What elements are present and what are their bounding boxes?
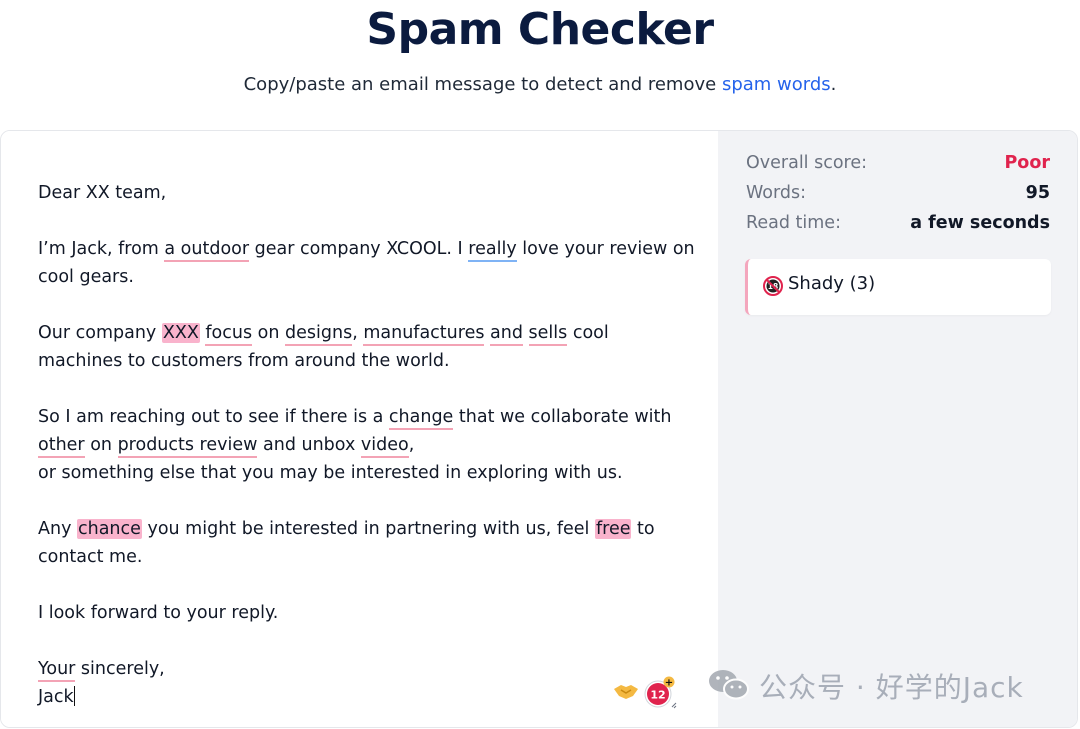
overall-score-row: Overall score: Poor bbox=[746, 153, 1050, 179]
spam-words-link[interactable]: spam words bbox=[722, 74, 831, 95]
wechat-icon bbox=[709, 670, 749, 700]
words-label: Words: bbox=[746, 183, 806, 203]
spam-word[interactable]: focus bbox=[205, 323, 253, 346]
spam-word[interactable]: video bbox=[360, 435, 409, 458]
category-label: Shady (3) bbox=[788, 273, 876, 294]
18-restricted-icon: 18 bbox=[763, 276, 783, 296]
handshake-icon[interactable] bbox=[613, 681, 639, 701]
watermark: 公众号 · 好学的Jack bbox=[707, 664, 1057, 708]
category-shady[interactable]: 18 Shady (3) bbox=[745, 259, 1051, 315]
page-header: Spam Checker Copy/paste an email message… bbox=[0, 0, 1080, 130]
svg-text:+: + bbox=[665, 678, 673, 689]
read-time-label: Read time: bbox=[746, 213, 841, 233]
results-sidebar: Overall score: Poor Words: 95 Read time:… bbox=[718, 131, 1077, 727]
spam-highlight[interactable]: XXX bbox=[161, 323, 200, 343]
email-paragraph-1: I’m Jack, from a outdoor gear company XC… bbox=[38, 239, 695, 287]
email-signature: Jack bbox=[38, 686, 75, 707]
subtitle-period: . bbox=[830, 74, 837, 95]
read-time-row: Read time: a few seconds bbox=[746, 213, 1050, 239]
spam-word[interactable]: products review bbox=[117, 435, 258, 458]
flagged-word[interactable]: really bbox=[468, 239, 517, 262]
text-cursor bbox=[73, 686, 75, 706]
spam-word[interactable]: and bbox=[490, 323, 523, 346]
spam-word[interactable]: designs bbox=[285, 323, 353, 346]
checker-card: Dear XX team, I’m Jack, from a outdoor g… bbox=[0, 130, 1078, 728]
watermark-text: 公众号 · 好学的Jack bbox=[759, 671, 1024, 704]
score-badge-icon[interactable]: 12 + bbox=[641, 675, 677, 711]
spam-word[interactable]: sells bbox=[528, 323, 568, 346]
spam-word[interactable]: Your bbox=[38, 659, 76, 682]
words-row: Words: 95 bbox=[746, 183, 1050, 209]
email-paragraph-5: I look forward to your reply. bbox=[38, 603, 279, 623]
subtitle-text: Copy/paste an email message to detect an… bbox=[243, 74, 717, 95]
email-editor[interactable]: Dear XX team, I’m Jack, from a outdoor g… bbox=[1, 131, 718, 727]
email-text[interactable]: Dear XX team, I’m Jack, from a outdoor g… bbox=[38, 179, 698, 711]
page-title: Spam Checker bbox=[366, 4, 714, 55]
spam-word[interactable]: change bbox=[388, 407, 454, 430]
overall-score-label: Overall score: bbox=[746, 153, 868, 173]
email-greeting: Dear XX team, bbox=[38, 183, 167, 203]
email-paragraph-3: So I am reaching out to see if there is … bbox=[38, 407, 672, 483]
extension-icons: 12 + bbox=[613, 671, 683, 709]
email-paragraph-2: Our company XXX focus on designs, manufa… bbox=[38, 323, 609, 371]
page-subtitle: Copy/paste an email message to detect an… bbox=[0, 74, 1080, 95]
spam-word[interactable]: manufactures bbox=[363, 323, 485, 346]
email-closing: Your sincerely, bbox=[38, 655, 698, 683]
spam-word[interactable]: other bbox=[38, 435, 85, 458]
email-paragraph-4: Any chance you might be interested in pa… bbox=[38, 519, 655, 567]
spam-word[interactable]: a outdoor bbox=[164, 239, 250, 262]
overall-score-value: Poor bbox=[1004, 153, 1050, 173]
spam-highlight[interactable]: chance bbox=[76, 519, 142, 539]
spam-highlight[interactable]: free bbox=[594, 519, 632, 539]
read-time-value: a few seconds bbox=[910, 213, 1050, 233]
svg-text:12: 12 bbox=[650, 689, 665, 702]
words-value: 95 bbox=[1025, 183, 1050, 203]
